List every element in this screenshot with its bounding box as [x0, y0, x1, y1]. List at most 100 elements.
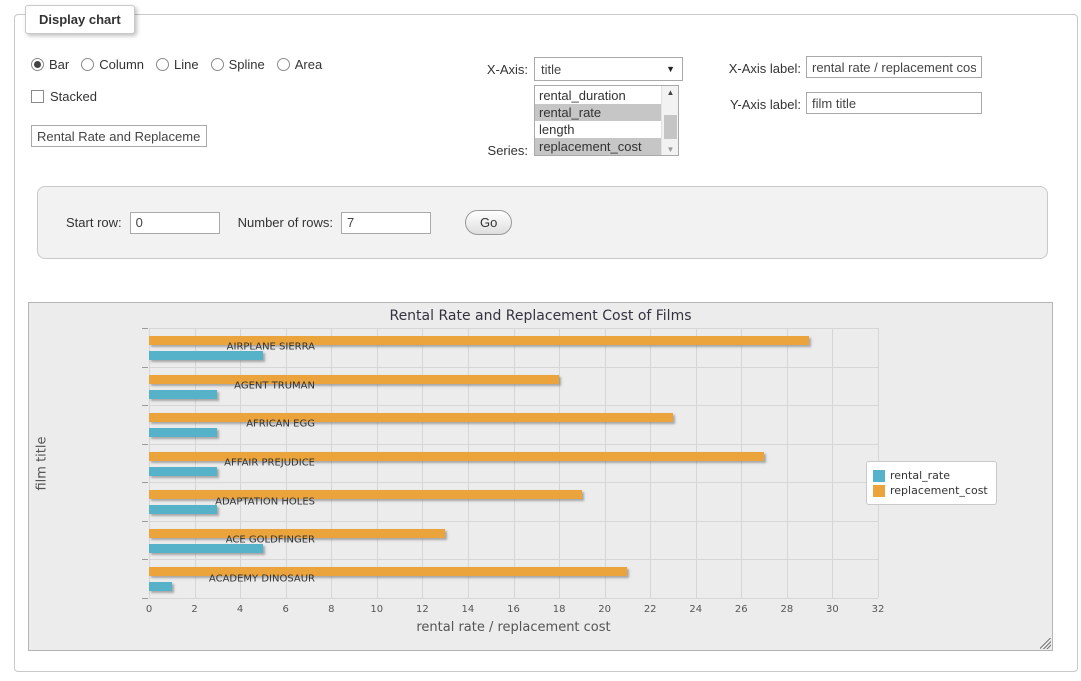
gridline-vertical — [149, 328, 150, 598]
x-tick-label: 0 — [146, 604, 152, 615]
y-axis-title: film title — [35, 414, 50, 514]
chart-container: Rental Rate and Replacement Cost of Film… — [28, 302, 1053, 651]
gridline-horizontal — [149, 405, 878, 406]
fieldset-legend-title: Display chart — [25, 5, 135, 34]
x-tick-label: 4 — [237, 604, 243, 615]
chart-title-input[interactable] — [31, 125, 207, 147]
scrollbar-thumb[interactable] — [664, 115, 677, 139]
scroll-up-icon[interactable]: ▲ — [662, 88, 679, 97]
gridline-vertical — [741, 328, 742, 598]
stacked-checkbox-row: Stacked — [31, 88, 97, 104]
num-rows-label: Number of rows: — [238, 215, 333, 230]
scroll-down-icon[interactable]: ▼ — [662, 145, 679, 154]
x-axis-selected-value: title — [541, 62, 561, 77]
bar-replacement_cost-african-egg — [149, 413, 673, 422]
gridline-vertical — [787, 328, 788, 598]
gridline-vertical — [832, 328, 833, 598]
chart-title: Rental Rate and Replacement Cost of Film… — [29, 308, 1052, 324]
gridline-vertical — [559, 328, 560, 598]
category-label: AFRICAN EGG — [246, 419, 315, 430]
x-axis-select[interactable]: title ▼ — [534, 57, 683, 81]
y-axis-tick — [142, 559, 148, 560]
gridline-vertical — [514, 328, 515, 598]
chart-type-radio-bar[interactable] — [31, 58, 44, 71]
series-multiselect[interactable]: rental_durationrental_ratelengthreplacem… — [534, 85, 679, 156]
chart-type-radio-line[interactable] — [156, 58, 169, 71]
row-range-panel: Start row: Number of rows: Go — [37, 186, 1048, 259]
x-tick-label: 30 — [826, 604, 839, 615]
bar-rental_rate-adaptation-holes — [149, 505, 217, 514]
y-axis-tick — [142, 598, 148, 599]
stacked-label: Stacked — [50, 89, 97, 104]
legend-swatch-icon — [873, 485, 885, 497]
x-tick-label: 12 — [416, 604, 429, 615]
x-tick-label: 16 — [507, 604, 520, 615]
x-tick-label: 18 — [553, 604, 566, 615]
y-axis-tick — [142, 482, 148, 483]
bar-replacement_cost-adaptation-holes — [149, 490, 582, 499]
start-row-input[interactable] — [130, 212, 220, 234]
bar-rental_rate-academy-dinosaur — [149, 582, 172, 591]
chart-type-radio-area[interactable] — [277, 58, 290, 71]
category-label: AIRPLANE SIERRA — [227, 342, 315, 353]
x-tick-label: 8 — [328, 604, 334, 615]
gridline-horizontal — [149, 328, 878, 329]
gridline-vertical — [422, 328, 423, 598]
y-axis-tick — [142, 367, 148, 368]
series-option-rental_rate[interactable]: rental_rate — [535, 104, 661, 121]
stacked-checkbox[interactable] — [31, 90, 44, 103]
gridline-horizontal — [149, 367, 878, 368]
x-axis-label-input[interactable] — [806, 56, 982, 78]
gridline-vertical — [195, 328, 196, 598]
chart-type-radio-column[interactable] — [81, 58, 94, 71]
y-axis-label-input[interactable] — [806, 92, 982, 114]
x-tick-label: 6 — [283, 604, 289, 615]
gridline-horizontal — [149, 444, 878, 445]
gridline-horizontal — [149, 559, 878, 560]
go-button[interactable]: Go — [465, 210, 512, 235]
num-rows-input[interactable] — [341, 212, 431, 234]
series-option-rental_duration[interactable]: rental_duration — [535, 87, 661, 104]
category-label: ADAPTATION HOLES — [215, 496, 315, 507]
gridline-vertical — [331, 328, 332, 598]
x-tick-label: 26 — [735, 604, 748, 615]
x-tick-label: 22 — [644, 604, 657, 615]
gridline-vertical — [696, 328, 697, 598]
y-axis-tick — [142, 444, 148, 445]
chart-type-label-area: Area — [295, 57, 322, 72]
x-axis-label-field-label: X-Axis label: — [712, 61, 801, 76]
gridline-horizontal — [149, 521, 878, 522]
bar-rental_rate-african-egg — [149, 428, 217, 437]
chart-type-radio-spline[interactable] — [211, 58, 224, 71]
chart-type-label-bar: Bar — [49, 57, 69, 72]
x-axis-title: rental rate / replacement cost — [149, 620, 878, 635]
gridline-horizontal — [149, 598, 878, 599]
series-scrollbar[interactable]: ▲ ▼ — [661, 86, 678, 155]
series-option-replacement_cost[interactable]: replacement_cost — [535, 138, 661, 155]
gridline-vertical — [650, 328, 651, 598]
legend-swatch-icon — [873, 470, 885, 482]
series-option-length[interactable]: length — [535, 121, 661, 138]
series-list-label: Series: — [440, 143, 528, 158]
chart-type-radio-group: BarColumnLineSplineArea — [31, 56, 334, 72]
x-tick-label: 32 — [872, 604, 885, 615]
resize-grip-icon[interactable] — [1040, 638, 1051, 649]
gridline-horizontal — [149, 482, 878, 483]
y-axis-tick — [142, 328, 148, 329]
category-label: ACE GOLDFINGER — [226, 535, 315, 546]
x-tick-label: 20 — [598, 604, 611, 615]
legend-item-rental_rate[interactable]: rental_rate — [873, 469, 988, 482]
x-tick-label: 14 — [462, 604, 475, 615]
x-tick-label: 24 — [689, 604, 702, 615]
category-label: AFFAIR PREJUDICE — [224, 458, 315, 469]
category-label: ACADEMY DINOSAUR — [209, 573, 315, 584]
x-tick-label: 2 — [191, 604, 197, 615]
x-tick-label: 28 — [781, 604, 794, 615]
gridline-vertical — [468, 328, 469, 598]
gridline-vertical — [377, 328, 378, 598]
y-axis-tick — [142, 405, 148, 406]
chart-legend: rental_rate replacement_cost — [866, 461, 997, 505]
legend-item-replacement_cost[interactable]: replacement_cost — [873, 484, 988, 497]
category-label: AGENT TRUMAN — [234, 380, 315, 391]
chart-type-label-column: Column — [99, 57, 144, 72]
